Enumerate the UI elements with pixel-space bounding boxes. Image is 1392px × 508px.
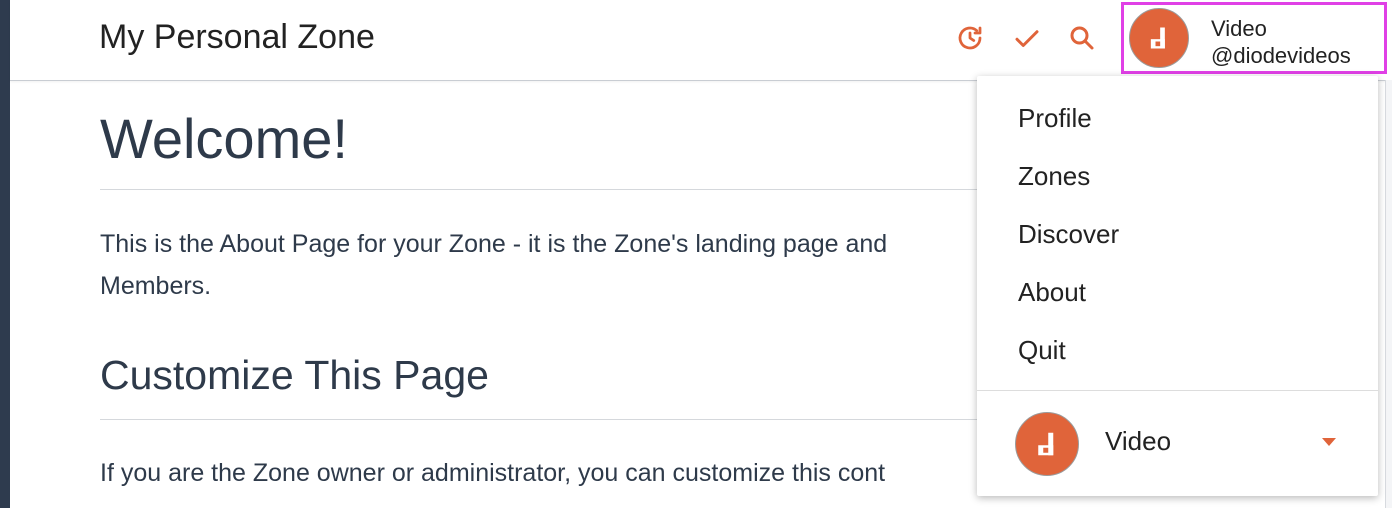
diode-logo-icon [1150,27,1165,49]
intro-line-1: This is the About Page for your Zone - i… [100,230,888,258]
zone-title: My Personal Zone [99,18,375,56]
scrollbar[interactable] [1385,80,1392,508]
menu-item-discover[interactable]: Discover [977,205,1378,263]
menu-item-about[interactable]: About [977,263,1378,321]
account-avatar [1015,412,1079,476]
divider [100,189,980,190]
user-name: Video [1211,16,1267,41]
user-account-button[interactable]: Video @diodevideos [1121,2,1387,74]
menu-item-profile[interactable]: Profile [977,89,1378,147]
check-icon[interactable] [1011,22,1043,54]
diode-logo-icon [1038,432,1054,456]
avatar [1129,8,1189,68]
account-name: Video [1105,426,1172,456]
divider [100,419,980,420]
search-icon[interactable] [1066,22,1098,54]
history-icon[interactable] [954,22,986,54]
left-sidebar-edge [0,0,10,508]
intro-line-2: Members. [100,272,212,300]
intro-paragraph: This is the About Page for your Zone - i… [100,223,980,307]
menu-item-zones[interactable]: Zones [977,147,1378,205]
account-switcher[interactable]: Video [977,392,1378,496]
page-heading: Welcome! [100,107,348,170]
user-handle: @diodevideos [1211,43,1351,68]
top-app-bar: My Personal Zone Video @diodevideos [10,0,1392,81]
menu-divider [977,390,1378,391]
caret-down-icon[interactable] [1321,436,1337,448]
section-heading: Customize This Page [100,352,489,398]
menu-item-quit[interactable]: Quit [977,321,1378,379]
user-dropdown-menu: Profile Zones Discover About Quit Video [977,76,1378,496]
